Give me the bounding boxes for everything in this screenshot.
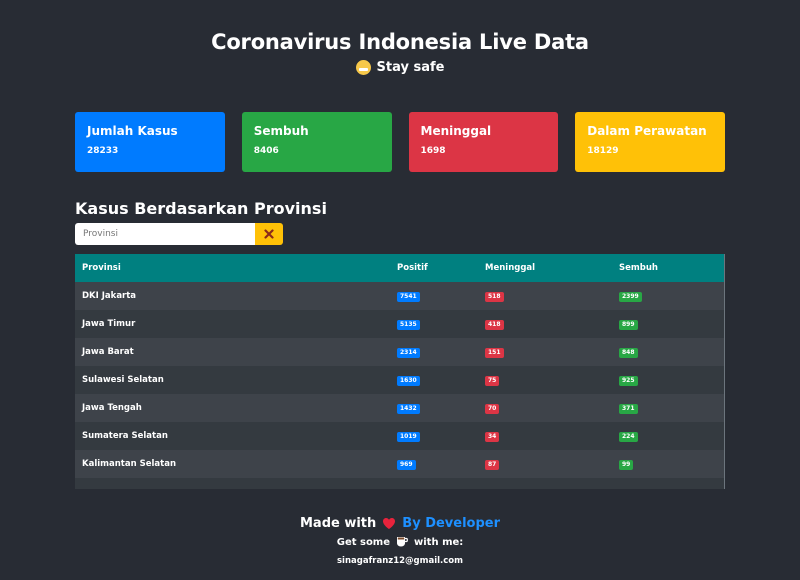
close-icon [264, 229, 274, 239]
card-recovered: Sembuh 8406 [241, 112, 392, 172]
summary-cards: Jumlah Kasus 28233 Sembuh 8406 Meninggal… [75, 112, 725, 172]
page-footer: Made with By Developer Get some with me:… [0, 516, 800, 566]
cell-provinsi: Sumatera Selatan [82, 431, 168, 441]
sembuh-badge: 99 [619, 459, 634, 470]
contact-email: sinagafranz12@gmail.com [336, 556, 463, 566]
card-total-cases: Jumlah Kasus 28233 [75, 112, 225, 172]
table-row: Kalimantan Selatan 969 87 99 [75, 450, 724, 478]
cell-provinsi: Jawa Tengah [82, 403, 142, 413]
card-value: 8406 [253, 146, 279, 156]
province-table-container[interactable]: Provinsi Positif Meninggal Sembuh DKI Ja… [75, 254, 725, 489]
positif-badge: 7541 [397, 291, 420, 302]
subtitle: Stay safe [0, 60, 800, 75]
cell-provinsi: Jawa Timur [82, 319, 136, 329]
cell-provinsi: Kalimantan Selatan [82, 459, 176, 469]
table-row: Sumatera Selatan 1019 34 224 [75, 422, 724, 450]
clear-search-button[interactable] [255, 223, 283, 245]
meninggal-badge: 518 [485, 291, 504, 302]
section-title: Kasus Berdasarkan Provinsi [75, 199, 327, 218]
province-search [75, 223, 283, 245]
card-title: Meninggal [420, 124, 492, 138]
positif-badge: 1432 [397, 403, 420, 414]
column-header-positif[interactable]: Positif [390, 254, 478, 282]
column-header-meninggal[interactable]: Meninggal [478, 254, 612, 282]
table-row: Jawa Tengah 1432 70 371 [75, 394, 724, 422]
grimace-face-icon [355, 60, 371, 75]
column-header-provinsi[interactable]: Provinsi [75, 254, 390, 282]
coffee-line: Get some with me: [0, 536, 800, 548]
card-in-treatment: Dalam Perawatan 18129 [575, 112, 725, 172]
card-title: Jumlah Kasus [87, 124, 178, 138]
meninggal-badge: 34 [485, 431, 500, 442]
table-row: Jawa Timur 5135 418 899 [75, 310, 724, 338]
coffee-prefix: Get some [336, 536, 391, 548]
sembuh-badge: 925 [619, 375, 638, 386]
meninggal-badge: 87 [485, 459, 500, 470]
sembuh-badge: 899 [619, 319, 638, 330]
province-table: Provinsi Positif Meninggal Sembuh DKI Ja… [75, 254, 724, 478]
table-row: DKI Jakarta 7541 518 2399 [75, 282, 724, 310]
table-row: Sulawesi Selatan 1630 75 925 [75, 366, 724, 394]
made-with-text: Made with [299, 516, 377, 531]
coffee-suffix: with me: [414, 536, 464, 548]
cell-provinsi: Sulawesi Selatan [82, 375, 164, 385]
column-header-sembuh[interactable]: Sembuh [612, 254, 724, 282]
card-title: Sembuh [253, 124, 309, 138]
made-with-line: Made with By Developer [0, 516, 800, 531]
card-title: Dalam Perawatan [587, 124, 707, 138]
positif-badge: 969 [397, 459, 416, 470]
card-value: 28233 [87, 146, 119, 156]
subtitle-text: Stay safe [376, 60, 445, 75]
heart-icon [383, 518, 396, 529]
page-title: Coronavirus Indonesia Live Data [211, 30, 589, 54]
positif-badge: 1019 [397, 431, 420, 442]
positif-badge: 5135 [397, 319, 420, 330]
card-deaths: Meninggal 1698 [408, 112, 559, 172]
positif-badge: 1630 [397, 375, 420, 386]
sembuh-badge: 2399 [619, 291, 642, 302]
positif-badge: 2314 [397, 347, 420, 358]
sembuh-badge: 848 [619, 347, 638, 358]
sembuh-badge: 371 [619, 403, 638, 414]
meninggal-badge: 70 [485, 403, 500, 414]
coffee-icon [397, 537, 408, 547]
meninggal-badge: 418 [485, 319, 504, 330]
table-header-row: Provinsi Positif Meninggal Sembuh [75, 254, 724, 282]
meninggal-badge: 151 [485, 347, 504, 358]
province-search-input[interactable] [75, 223, 255, 245]
card-value: 1698 [420, 146, 446, 156]
page-header: Coronavirus Indonesia Live Data Stay saf… [0, 30, 800, 75]
meninggal-badge: 75 [485, 375, 500, 386]
card-value: 18129 [587, 146, 619, 156]
sembuh-badge: 224 [619, 431, 638, 442]
developer-link[interactable]: By Developer [402, 516, 500, 531]
cell-provinsi: DKI Jakarta [82, 291, 137, 301]
cell-provinsi: Jawa Barat [82, 347, 134, 357]
table-row: Jawa Barat 2314 151 848 [75, 338, 724, 366]
